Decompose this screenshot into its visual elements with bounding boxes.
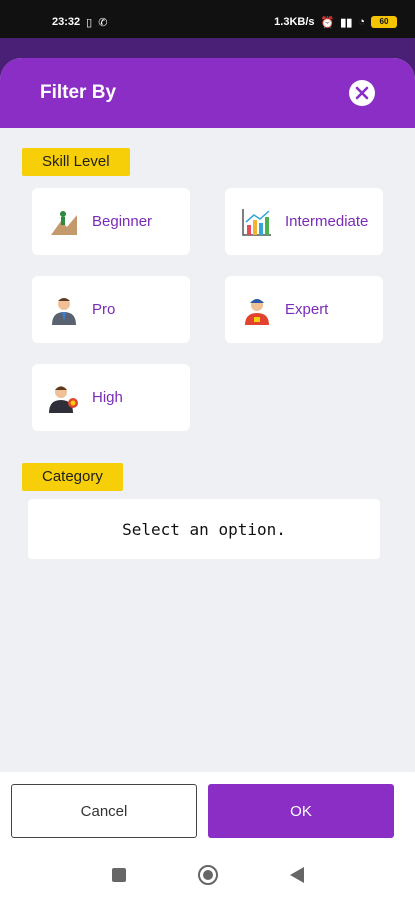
recents-icon[interactable] [111,867,127,883]
ok-button[interactable]: OK [208,784,394,838]
wifi-icon: ◔ [358,16,365,28]
sheet-header: Filter By [0,58,415,128]
option-label: Expert [285,301,329,318]
close-button[interactable] [349,80,375,106]
sim-icon: ▯ [86,16,93,29]
whatsapp-icon: ✆ [98,16,108,29]
skill-option-pro[interactable]: Pro [32,276,190,343]
system-nav-bar [0,864,415,886]
footer: Cancel OK [0,772,415,900]
home-icon[interactable] [197,864,219,886]
status-time: 23:32 [52,16,81,28]
skill-level-label: Skill Level [22,148,130,176]
climber-icon [48,206,80,238]
bar-chart-icon [241,206,273,238]
skill-option-expert[interactable]: Expert [225,276,383,343]
close-icon [355,86,369,100]
option-label: Beginner [92,213,153,230]
skill-option-high[interactable]: High [32,364,190,431]
network-speed: 1.3KB/s [274,16,315,28]
alarm-icon: ⏰ [320,16,335,29]
category-select[interactable]: Select an option. [28,499,380,559]
back-icon[interactable] [289,866,305,884]
filter-sheet: Filter By Skill Level Beginner Intermedi… [0,58,415,778]
award-person-icon [48,382,80,414]
signal-icon: ▮▮ [340,16,353,29]
battery-icon: 60 [371,16,397,28]
option-label: Intermediate [285,213,369,230]
skill-option-intermediate[interactable]: Intermediate [225,188,383,255]
skill-option-beginner[interactable]: Beginner [32,188,190,255]
option-label: Pro [92,301,116,318]
option-label: High [92,389,123,406]
expert-icon [241,294,273,326]
businessman-icon [48,294,80,326]
sheet-title: Filter By [40,82,117,103]
category-label: Category [22,463,123,491]
cancel-button[interactable]: Cancel [11,784,197,838]
